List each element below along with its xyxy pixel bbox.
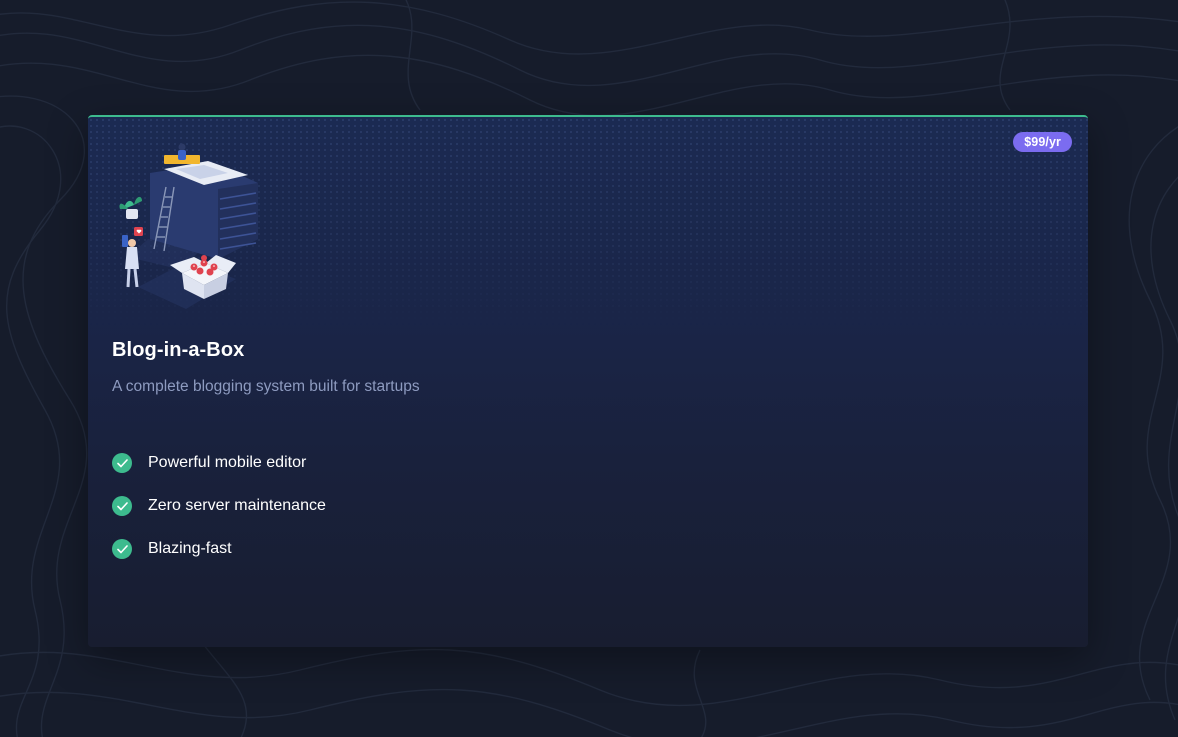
price-badge: $99/yr: [1013, 132, 1072, 152]
product-card: $99/yr Blog-in-a-Box A complete blogging…: [88, 115, 1088, 647]
product-subtitle: A complete blogging system built for sta…: [112, 378, 420, 395]
blog-box-illustration: [119, 143, 258, 309]
feature-list: Powerful mobile editor Zero server maint…: [112, 452, 326, 581]
feature-label: Zero server maintenance: [148, 497, 326, 514]
feature-item: Zero server maintenance: [112, 495, 326, 517]
feature-label: Blazing-fast: [148, 540, 232, 557]
feature-item: Powerful mobile editor: [112, 452, 326, 474]
feature-item: Blazing-fast: [112, 538, 326, 560]
check-circle-icon: [112, 496, 132, 516]
check-circle-icon: [112, 453, 132, 473]
check-circle-icon: [112, 539, 132, 559]
product-title: Blog-in-a-Box: [112, 339, 245, 361]
feature-label: Powerful mobile editor: [148, 454, 307, 471]
